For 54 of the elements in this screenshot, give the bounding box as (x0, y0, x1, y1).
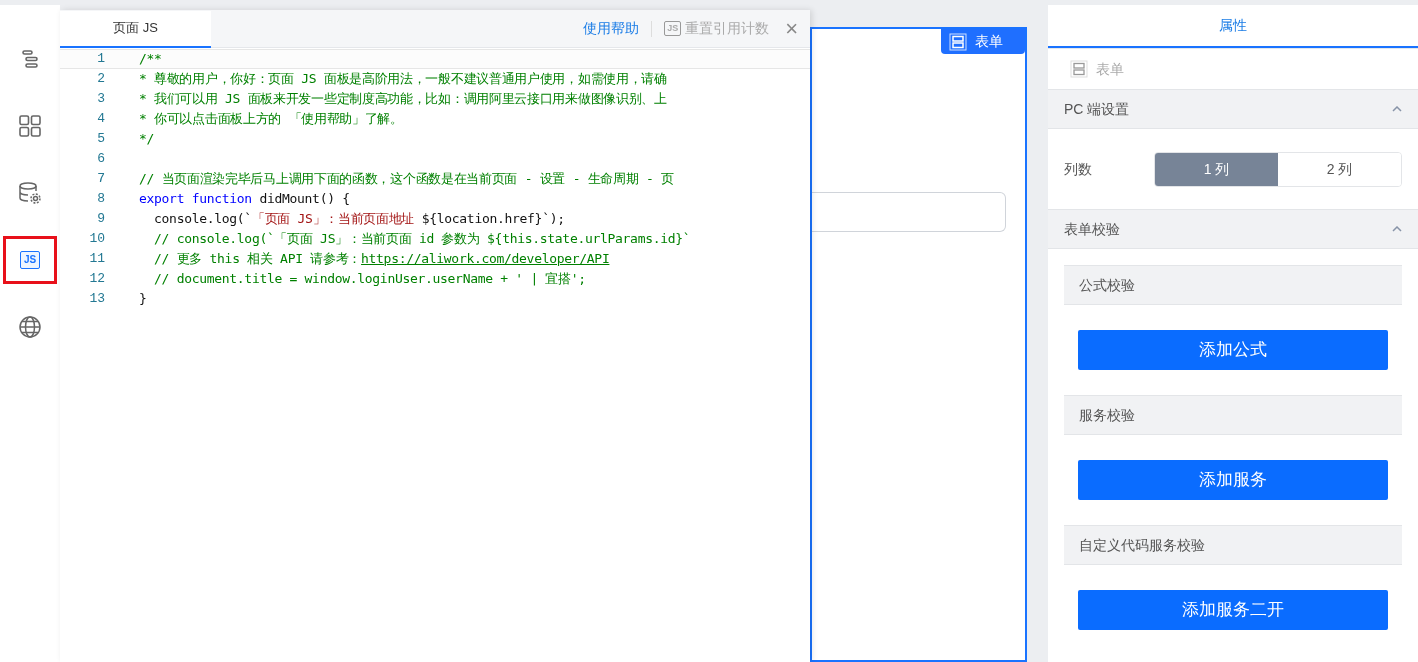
code-text: /** (139, 50, 162, 69)
line-number: 6 (96, 150, 105, 169)
code-text: } (139, 290, 147, 309)
chevron-up-icon (1392, 226, 1402, 232)
group-header: 自定义代码服务校验 (1064, 525, 1402, 565)
add-button[interactable]: 添加服务 (1078, 460, 1388, 500)
line-number: 11 (88, 250, 105, 269)
database-gear-icon (18, 181, 42, 205)
form-badge[interactable]: 表单 (941, 29, 1025, 54)
code-text: * 尊敬的用户，你好：页面 JS 面板是高阶用法，一般不建议普通用户使用，如需使用，请确 (139, 70, 667, 89)
line-number: 8 (96, 190, 105, 209)
js-icon: JS (664, 21, 682, 36)
component-name: 表单 (1096, 59, 1124, 79)
globe-icon (18, 315, 42, 339)
code-text: export function didMount() { (139, 190, 350, 209)
segment-option[interactable]: 1 列 (1155, 152, 1278, 186)
input-field[interactable] (812, 192, 1006, 232)
line-number: 13 (88, 290, 105, 309)
code-text: */ (139, 130, 155, 149)
line-number: 5 (96, 130, 105, 149)
section-header[interactable]: 表单校验 (1048, 209, 1418, 249)
code-text: console.log(`「页面 JS」：当前页面地址 ${location.href}`); (153, 210, 565, 229)
js-icon: JS (19, 251, 41, 269)
section-header[interactable]: PC 端设置 (1048, 89, 1418, 129)
add-button[interactable]: 添加公式 (1078, 330, 1388, 370)
properties-tab[interactable]: 属性 (1048, 5, 1418, 48)
field-label: 列数 (1064, 159, 1093, 179)
toolbar-button[interactable]: JS (3, 236, 57, 284)
form-badge-label: 表单 (975, 32, 1003, 51)
code-tab[interactable]: 页面 JS (60, 10, 211, 48)
group-header: 公式校验 (1064, 265, 1402, 305)
code-text: // 当页面渲染完毕后马上调用下面的函数，这个函数是在当前页面 - 设置 - 生命周期 - 页 (139, 170, 674, 189)
line-number: 12 (88, 270, 105, 289)
line-number: 9 (96, 210, 105, 229)
help-link[interactable]: 使用帮助 (571, 18, 652, 39)
form-icon (1070, 60, 1088, 78)
code-text: // 更多 this 相关 API 请参考：https://aliwork.com/developer/API (153, 250, 610, 269)
code-text: // console.log(`「页面 JS」：当前页面 id 参数为 ${this.state.urlParams.id}` (153, 230, 691, 249)
form-icon (949, 32, 967, 51)
close-button[interactable]: × (781, 17, 810, 40)
outline-icon (19, 48, 41, 70)
group-header: 服务校验 (1064, 395, 1402, 435)
line-number: 2 (96, 70, 105, 89)
line-number: 3 (96, 90, 105, 109)
code-text: * 你可以点击面板上方的 「使用帮助」了解。 (139, 110, 403, 129)
line-number: 4 (96, 110, 105, 129)
grid-icon (18, 114, 42, 138)
chevron-up-icon (1392, 106, 1402, 112)
add-button[interactable]: 添加服务二开 (1078, 590, 1388, 630)
line-number: 10 (88, 230, 105, 249)
code-text: // document.title = window.loginUser.userName + ' | 宜搭'; (153, 270, 586, 289)
code-text: * 我们可以用 JS 面板来开发一些定制度高功能，比如：调用阿里云接口用来做图像识别、上 (139, 90, 667, 109)
line-number: 1 (96, 50, 105, 69)
line-number: 7 (96, 170, 105, 189)
